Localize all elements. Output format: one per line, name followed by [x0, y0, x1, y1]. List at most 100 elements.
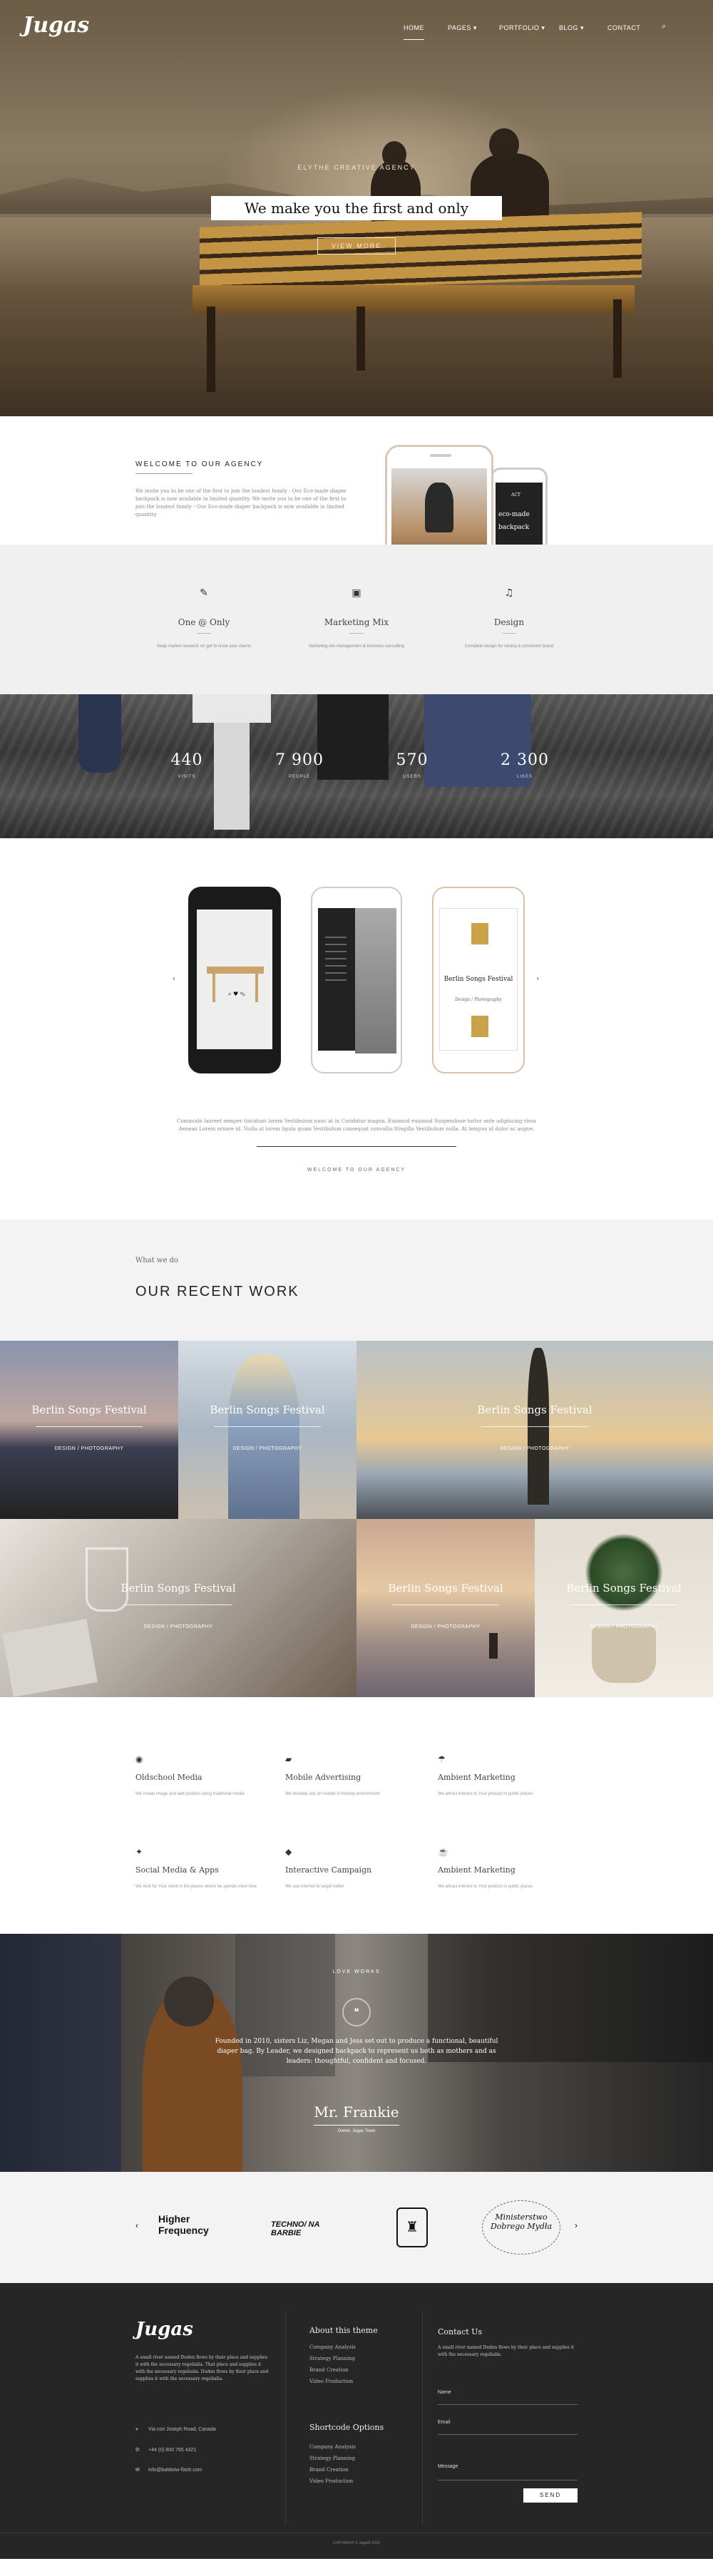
- client-logo-higher-frequency: Higher Frequency: [158, 2213, 209, 2236]
- divider: [135, 473, 193, 474]
- slider-next-arrow[interactable]: ›: [536, 975, 539, 983]
- counters-section: 440 VISITS 7 900 PEOPLE 570 USERS 2 300 LIKE…: [0, 694, 713, 838]
- footer: Jugas A small river named Duden flows by…: [0, 2283, 713, 2559]
- portfolio-tile[interactable]: Berlin Songs Festival DESIGN / PHOTOGRAP…: [178, 1341, 356, 1519]
- footer-col-title: About this theme: [309, 2326, 378, 2335]
- portfolio-grid: Berlin Songs Festival DESIGN / PHOTOGRAP…: [0, 1341, 713, 1697]
- nav-blog[interactable]: BLOG ▾: [559, 24, 584, 32]
- portfolio-tile[interactable]: Berlin Songs Festival DESIGN / PHOTOGRAP…: [356, 1341, 713, 1519]
- nav-pages[interactable]: PAGES ▾: [448, 24, 477, 32]
- footer-divider: [285, 2312, 286, 2525]
- footer-link[interactable]: Brand Creation: [309, 2367, 349, 2373]
- view-more-button[interactable]: VIEW MORE: [317, 237, 396, 254]
- footer-phone: ✆ +44 (0) 800 765 4321: [135, 2447, 196, 2453]
- send-button[interactable]: SEND: [523, 2488, 578, 2503]
- feature-title: Marketing Mix: [324, 617, 389, 627]
- phone-screen: ACT eco-made backpack: [496, 483, 543, 545]
- feature-title: One @ Only: [178, 617, 230, 627]
- footer-link[interactable]: Video Production: [309, 2478, 353, 2484]
- service-desc: We create image and add position using t…: [135, 1792, 245, 1796]
- umbrella-icon: ☂: [438, 1754, 446, 1764]
- phone-text: backpack: [498, 524, 530, 531]
- tile-napkin: [2, 1619, 98, 1697]
- footer-link[interactable]: Strategy Planning: [309, 2356, 355, 2361]
- tile-category: DESIGN / PHOTOGRAPHY: [232, 1446, 302, 1451]
- service-item: ▰ Mobile Advertising We develop ads on m…: [285, 1754, 428, 1796]
- portfolio-tile[interactable]: Berlin Songs Festival DESIGN / PHOTOGRAP…: [0, 1341, 178, 1519]
- service-title: Ambient Marketing: [438, 1865, 515, 1875]
- bg-legs: [78, 694, 121, 773]
- slider-prev-arrow[interactable]: ‹: [173, 975, 175, 983]
- testimonial-kicker: LOVE WORKS: [332, 1969, 381, 1974]
- service-desc: We use internet to target better: [285, 1885, 344, 1889]
- table-image: [207, 967, 264, 974]
- location-icon: ⌖: [135, 2427, 138, 2432]
- footer-link[interactable]: Video Production: [309, 2379, 353, 2384]
- main-nav: Jugas HOME PAGES ▾ PORTFOLIO ▾ BLOG ▾ CO…: [0, 0, 713, 56]
- logo[interactable]: Jugas: [23, 13, 89, 38]
- lamp-image: [471, 923, 488, 944]
- pencil-icon: ✎: [200, 587, 208, 599]
- phone-mockup-back: ACT eco-made backpack: [491, 468, 548, 545]
- clients-prev-arrow[interactable]: ‹: [135, 2220, 138, 2230]
- nav-home[interactable]: HOME: [404, 24, 424, 40]
- service-desc: We attract interest to Your product in p…: [438, 1885, 533, 1889]
- divider: [314, 2125, 399, 2126]
- feature-title: Design: [493, 617, 525, 627]
- tile-pot: [592, 1626, 656, 1683]
- coffee-icon: ☕: [438, 1847, 448, 1857]
- phone-screen-sub: Design / Photography: [455, 997, 502, 1002]
- counter-label: PEOPLE: [288, 775, 310, 779]
- copyright: COPYRIGHT © Jugas® 2019: [333, 2541, 380, 2545]
- email-text[interactable]: info@baldwiw-flash.com: [148, 2468, 202, 2473]
- hero-section: Jugas HOME PAGES ▾ PORTFOLIO ▾ BLOG ▾ CO…: [0, 0, 713, 416]
- counter-label: LIKES: [516, 775, 533, 779]
- hero-person-right-head: [489, 128, 519, 161]
- footer-logo[interactable]: Jugas: [135, 2319, 193, 2340]
- phone-menu: [325, 937, 347, 986]
- footer-email[interactable]: ✉ info@baldwiw-flash.com: [135, 2467, 202, 2473]
- section-title: OUR RECENT WORK: [135, 1284, 299, 1299]
- testimonial-section: LOVE WORKS ❝ Founded in 2010, sisters Li…: [0, 1934, 713, 2172]
- welcome-link[interactable]: WELCOME TO OUR AGENCY: [0, 1168, 713, 1173]
- lamp-image: [471, 1016, 488, 1037]
- bg-shirt: [193, 694, 271, 723]
- phone-speaker: [430, 454, 451, 457]
- divider: [502, 633, 516, 634]
- service-title: Ambient Marketing: [438, 1773, 515, 1782]
- tile-category: DESIGN / PHOTOGRAPHY: [143, 1624, 213, 1629]
- hero-kicker: ELYTHE CREATIVE AGENCY: [297, 164, 416, 171]
- email-field[interactable]: [438, 2434, 578, 2435]
- tile-title: Berlin Songs Festival: [120, 1582, 236, 1594]
- message-label: Message: [438, 2464, 458, 2469]
- phone-screen: [391, 468, 487, 545]
- nav-contact[interactable]: CONTACT: [607, 24, 640, 31]
- phone-text: +44 (0) 800 765 4321: [148, 2448, 197, 2453]
- footer-link[interactable]: Company Analysis: [309, 2344, 356, 2350]
- divider: [257, 1146, 456, 1147]
- counter-likes: 2 300 LIKES: [482, 751, 568, 779]
- tile-category: DESIGN / PHOTOGRAPHY: [589, 1624, 659, 1629]
- divider: [125, 1604, 232, 1605]
- footer-address: ⌖ Via con Joseph Road, Canada: [135, 2427, 216, 2433]
- name-field[interactable]: [438, 2404, 578, 2405]
- portfolio-tile[interactable]: Berlin Songs Festival DESIGN / PHOTOGRAP…: [356, 1519, 535, 1697]
- phone-mockup-front: [385, 445, 493, 545]
- portfolio-tile[interactable]: Berlin Songs Festival DESIGN / PHOTOGRAP…: [0, 1519, 356, 1697]
- name-label: Name: [438, 2390, 451, 2395]
- footer-link[interactable]: Strategy Planning: [309, 2456, 355, 2461]
- welcome-text: We invite you to be one of the first to …: [135, 488, 347, 517]
- service-desc: We look for Your client in the places wh…: [135, 1885, 257, 1889]
- footer-link[interactable]: Brand Creation: [309, 2467, 349, 2473]
- slider-text: Commodo laoreet semper tincidunt lorem V…: [176, 1118, 536, 1132]
- nav-portfolio[interactable]: PORTFOLIO ▾: [499, 24, 545, 32]
- tile-person: [489, 1633, 498, 1659]
- tile-glass: [86, 1547, 128, 1612]
- clients-next-arrow[interactable]: ›: [575, 2220, 578, 2230]
- truck-icon: ▰: [285, 1754, 292, 1764]
- search-icon[interactable]: ⌕: [662, 22, 667, 31]
- footer-about-text: A small river named Duden flows by their…: [135, 2355, 269, 2381]
- footer-link[interactable]: Company Analysis: [309, 2444, 356, 2450]
- bg-person-head: [164, 1977, 214, 2026]
- portfolio-tile[interactable]: Berlin Songs Festival DESIGN / PHOTOGRAP…: [535, 1519, 713, 1697]
